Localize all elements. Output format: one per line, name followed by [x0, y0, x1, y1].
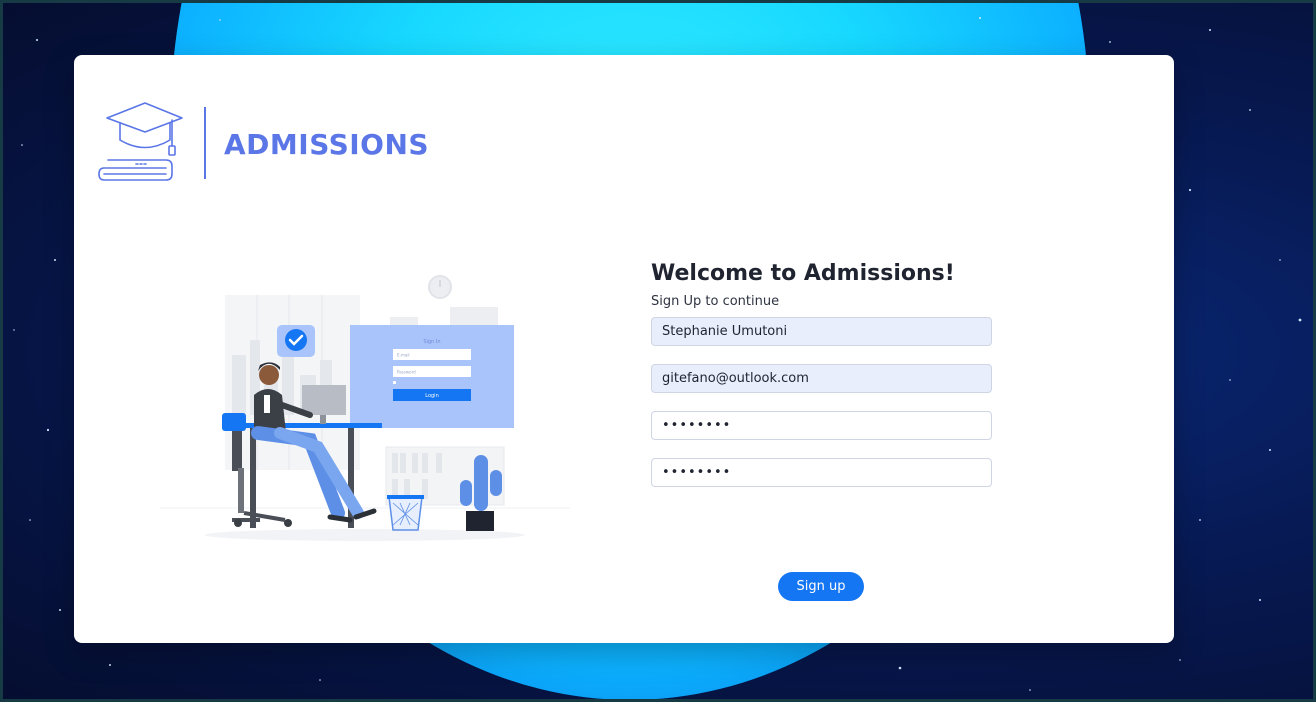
- illustration-signin-title: Sign In: [423, 339, 440, 345]
- illustration-email-placeholder: E-mail: [397, 353, 410, 358]
- password-field[interactable]: [651, 411, 992, 440]
- brand-header: ADMISSIONS: [98, 100, 518, 190]
- welcome-heading: Welcome to Admissions!: [651, 261, 955, 286]
- brand-divider: [204, 107, 206, 179]
- illustration-login-label: Login: [425, 393, 439, 399]
- graduation-cap-book-icon: [98, 102, 183, 181]
- name-field[interactable]: [651, 317, 992, 346]
- brand-title: ADMISSIONS: [224, 128, 430, 161]
- signup-button[interactable]: Sign up: [778, 572, 864, 601]
- person-at-desk-signin-illustration: Sign In E-mail Password Login: [160, 275, 570, 541]
- illustration-password-placeholder: Password: [397, 370, 416, 375]
- email-field[interactable]: [651, 364, 992, 393]
- signup-subtitle: Sign Up to continue: [651, 294, 780, 309]
- signup-card: ADMISSIONS Sign In E-mail Password Login…: [74, 55, 1174, 643]
- confirm-password-field[interactable]: [651, 458, 992, 487]
- signup-form: Welcome to Admissions! Sign Up to contin…: [651, 260, 993, 601]
